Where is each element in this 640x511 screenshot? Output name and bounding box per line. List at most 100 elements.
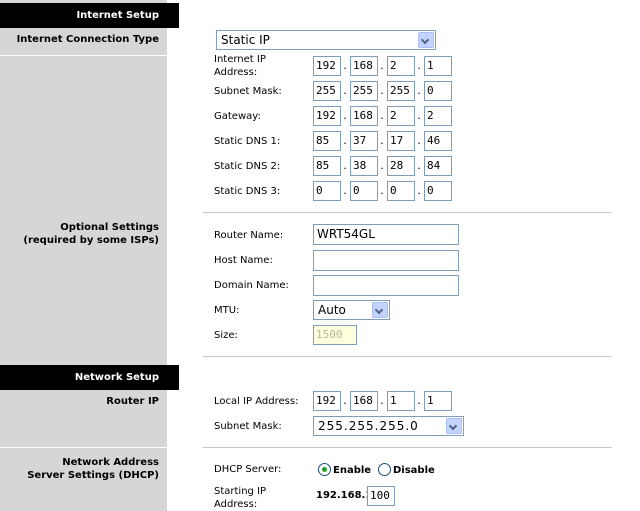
internet-ip-octet-3[interactable]: 2 <box>387 56 415 76</box>
dot-separator: . <box>380 159 384 172</box>
internet-ip-octet-1[interactable]: 192 <box>313 56 341 76</box>
dot-separator: . <box>343 159 347 172</box>
dns2-octet-4[interactable]: 84 <box>424 156 452 176</box>
subnet-octet-4[interactable]: 0 <box>424 81 452 101</box>
router-subnet-value: 255.255.255.0 <box>318 419 419 433</box>
internet-ip-sublabel: Address: <box>214 67 258 78</box>
left-column <box>0 0 167 511</box>
internet-ip-octet-4[interactable]: 1 <box>424 56 452 76</box>
dns2-octet-1[interactable]: 85 <box>313 156 341 176</box>
dot-separator: . <box>343 59 347 72</box>
starting-ip-sublabel: Address: <box>214 499 258 510</box>
gateway-octet-2[interactable]: 168 <box>350 106 378 126</box>
left-divider <box>0 447 167 448</box>
dot-separator: . <box>380 394 384 407</box>
connection-type-value: Static IP <box>221 33 270 47</box>
internet-ip-label: Internet IP <box>214 54 266 65</box>
subnet-mask-label: Subnet Mask: <box>214 86 282 97</box>
connection-type-select[interactable]: Static IP <box>216 30 436 50</box>
dns3-octet-4[interactable]: 0 <box>424 181 452 201</box>
dot-separator: . <box>417 184 421 197</box>
section-divider <box>203 212 612 213</box>
dot-separator: . <box>343 394 347 407</box>
local-ip-octet-1[interactable]: 192 <box>313 391 341 411</box>
dhcp-enable-label: Enable <box>333 465 372 476</box>
gateway-octet-1[interactable]: 192 <box>313 106 341 126</box>
dns1-octet-2[interactable]: 37 <box>350 131 378 151</box>
dhcp-disable-radio[interactable] <box>378 463 391 476</box>
dns3-octet-2[interactable]: 0 <box>350 181 378 201</box>
mtu-select[interactable]: Auto <box>313 300 390 320</box>
section-divider <box>203 356 612 357</box>
network-address-label: Network Address <box>62 457 159 468</box>
dns1-octet-1[interactable]: 85 <box>313 131 341 151</box>
dns2-octet-3[interactable]: 28 <box>387 156 415 176</box>
mtu-size-input[interactable]: 1500 <box>313 325 357 345</box>
left-divider <box>0 55 167 56</box>
gateway-octet-3[interactable]: 2 <box>387 106 415 126</box>
network-address-sublabel: Server Settings (DHCP) <box>27 470 159 481</box>
setup-page: Internet Setup Internet Connection Type … <box>0 0 640 511</box>
network-setup-header: Network Setup <box>0 365 167 390</box>
starting-ip-last-octet[interactable]: 100 <box>367 486 395 506</box>
router-subnet-select[interactable]: 255.255.255.0 <box>313 416 464 436</box>
dns1-label: Static DNS 1: <box>214 136 281 147</box>
dot-separator: . <box>417 109 421 122</box>
section-divider <box>203 447 612 448</box>
dns1-octet-4[interactable]: 46 <box>424 131 452 151</box>
dhcp-disable-label: Disable <box>393 465 435 476</box>
dot-separator: . <box>343 84 347 97</box>
subnet-octet-2[interactable]: 255 <box>350 81 378 101</box>
domain-name-input[interactable] <box>313 275 459 296</box>
router-name-input[interactable]: WRT54GL <box>313 224 459 245</box>
dot-separator: . <box>380 59 384 72</box>
dot-separator: . <box>343 134 347 147</box>
router-ip-label: Router IP <box>106 396 159 407</box>
optional-settings-sublabel: (required by some ISPs) <box>23 235 159 246</box>
dhcp-enable-radio[interactable] <box>318 463 331 476</box>
host-name-label: Host Name: <box>214 255 273 266</box>
dns3-label: Static DNS 3: <box>214 186 281 197</box>
dns1-octet-3[interactable]: 17 <box>387 131 415 151</box>
gateway-octet-4[interactable]: 2 <box>424 106 452 126</box>
mtu-label: MTU: <box>214 305 240 316</box>
dot-separator: . <box>417 394 421 407</box>
local-ip-label: Local IP Address: <box>214 396 299 407</box>
dot-separator: . <box>380 84 384 97</box>
router-subnet-label: Subnet Mask: <box>214 421 282 432</box>
mtu-value: Auto <box>318 303 346 317</box>
size-label: Size: <box>214 330 238 341</box>
local-ip-octet-3[interactable]: 1 <box>387 391 415 411</box>
dns3-octet-1[interactable]: 0 <box>313 181 341 201</box>
chevron-down-icon[interactable] <box>446 418 462 434</box>
dot-separator: . <box>417 84 421 97</box>
connection-type-label: Internet Connection Type <box>16 34 159 45</box>
dns3-octet-3[interactable]: 0 <box>387 181 415 201</box>
dot-separator: . <box>380 109 384 122</box>
router-name-label: Router Name: <box>214 230 284 241</box>
local-ip-octet-2[interactable]: 168 <box>350 391 378 411</box>
subnet-octet-1[interactable]: 255 <box>313 81 341 101</box>
dot-separator: . <box>380 184 384 197</box>
dot-separator: . <box>380 134 384 147</box>
starting-ip-label: Starting IP <box>214 486 267 497</box>
gateway-label: Gateway: <box>214 111 261 122</box>
internet-setup-header: Internet Setup <box>0 3 167 28</box>
optional-settings-label: Optional Settings <box>60 222 159 233</box>
dot-separator: . <box>417 59 421 72</box>
dns2-octet-2[interactable]: 38 <box>350 156 378 176</box>
chevron-down-icon[interactable] <box>418 32 434 48</box>
dot-separator: . <box>343 109 347 122</box>
dot-separator: . <box>417 134 421 147</box>
chevron-down-icon[interactable] <box>372 302 388 318</box>
subnet-octet-3[interactable]: 255 <box>387 81 415 101</box>
dns2-label: Static DNS 2: <box>214 161 281 172</box>
local-ip-octet-4[interactable]: 1 <box>424 391 452 411</box>
host-name-input[interactable] <box>313 250 459 271</box>
dot-separator: . <box>343 184 347 197</box>
dot-separator: . <box>417 159 421 172</box>
header-extension <box>167 3 179 28</box>
domain-name-label: Domain Name: <box>214 280 289 291</box>
header-extension <box>167 365 179 390</box>
internet-ip-octet-2[interactable]: 168 <box>350 56 378 76</box>
